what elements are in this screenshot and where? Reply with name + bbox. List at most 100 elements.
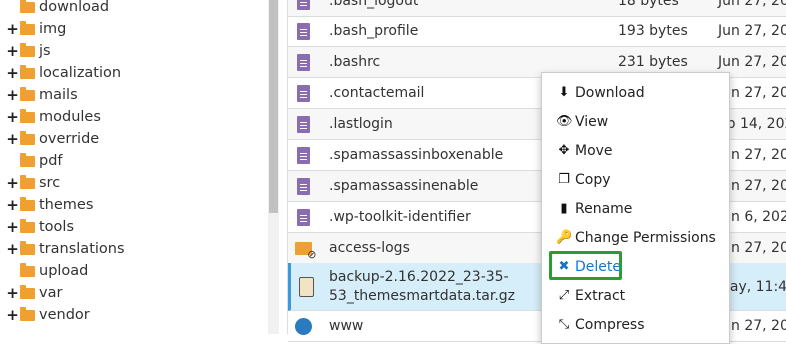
- expand-icon[interactable]: +: [6, 284, 19, 302]
- globe-icon: [294, 317, 312, 335]
- tree-item-label: download: [39, 0, 110, 15]
- document-icon: [296, 146, 310, 164]
- menu-item-compress[interactable]: ⤡ Compress: [542, 310, 729, 339]
- tree-item-themes[interactable]: + themes: [0, 194, 93, 216]
- file-name: .spamassassinenable: [329, 178, 479, 194]
- folder-icon: [20, 42, 35, 57]
- expand-icon[interactable]: +: [6, 218, 19, 236]
- document-icon: [296, 0, 310, 10]
- menu-item-extract[interactable]: ⤢ Extract: [542, 281, 729, 310]
- expand-icon[interactable]: +: [6, 130, 19, 148]
- expand-icon[interactable]: +: [6, 20, 19, 38]
- tree-item-tools[interactable]: + tools: [0, 216, 74, 238]
- tree-item-mails[interactable]: + mails: [0, 84, 78, 106]
- tree-item-translations[interactable]: + translations: [0, 238, 125, 260]
- archive-icon: [298, 276, 314, 297]
- expand-icon[interactable]: +: [6, 306, 19, 324]
- folder-icon: [20, 152, 35, 167]
- file-name: .lastlogin: [329, 116, 393, 132]
- folder-icon: [20, 130, 35, 145]
- menu-item-download[interactable]: ⬇ Download: [542, 78, 729, 107]
- menu-item-rename[interactable]: ▮ Rename: [542, 194, 729, 223]
- expand-icon[interactable]: +: [6, 108, 19, 126]
- tree-item-label: var: [39, 285, 63, 301]
- expand-icon[interactable]: +: [6, 196, 19, 214]
- tree-item-vendor[interactable]: + vendor: [0, 304, 90, 326]
- download-icon: ⬇: [558, 85, 570, 100]
- menu-item-copy[interactable]: ❐ Copy: [542, 165, 729, 194]
- folder-icon: [20, 284, 35, 299]
- tree-item-label: mails: [39, 87, 78, 103]
- folder-icon: [20, 64, 35, 79]
- file-icon: ▮: [560, 201, 568, 216]
- copy-icon: ❐: [558, 172, 570, 187]
- file-name: .spamassassinboxenable: [329, 147, 504, 163]
- tree-item-js[interactable]: + js: [0, 40, 51, 62]
- folder-icon: [20, 196, 35, 211]
- tree-item-img[interactable]: + img: [0, 18, 66, 40]
- expand-icon[interactable]: +: [6, 86, 19, 104]
- tree-item-download[interactable]: download: [0, 0, 109, 18]
- tree-item-label: js: [39, 43, 51, 59]
- folder-icon: [20, 306, 35, 321]
- file-name: .contactemail: [329, 85, 425, 101]
- tree-item-modules[interactable]: + modules: [0, 106, 101, 128]
- tree-item-localization[interactable]: + localization: [0, 62, 121, 84]
- context-menu: ⬇ Download 👁 View ✥ Move ❐ Copy ▮ Rename…: [541, 72, 730, 344]
- folder-icon: [20, 108, 35, 123]
- document-icon: [296, 208, 310, 226]
- tree-item-var[interactable]: + var: [0, 282, 62, 304]
- folder-link-icon: [294, 241, 316, 261]
- delete-highlight-box: [549, 251, 622, 280]
- tree-item-label: src: [39, 175, 61, 191]
- key-icon: 🔑: [556, 230, 573, 245]
- tree-item-override[interactable]: + override: [0, 128, 99, 150]
- tree-item-label: upload: [39, 263, 89, 279]
- move-icon: ✥: [558, 143, 570, 158]
- tree-item-label: vendor: [39, 307, 90, 323]
- folder-tree: download + img + js + localization + mai…: [0, 0, 268, 334]
- file-date: day, 11:4: [721, 278, 786, 295]
- eye-icon: 👁: [556, 114, 573, 129]
- folder-icon: [20, 174, 35, 189]
- tree-item-label: pdf: [39, 153, 63, 169]
- table-row[interactable]: .bash_logout 18 bytes Jun 27, 202: [288, 0, 786, 17]
- folder-icon: [20, 0, 35, 13]
- document-icon: [296, 177, 310, 195]
- tree-scrollbar-thumb[interactable]: [269, 0, 278, 213]
- menu-item-view[interactable]: 👁 View: [542, 107, 729, 136]
- folder-icon: [20, 86, 35, 101]
- tree-item-label: img: [39, 21, 67, 37]
- expand-icon: ⤢: [558, 288, 570, 303]
- tree-item-upload[interactable]: upload: [0, 260, 88, 282]
- file-name: backup-2.16.2022_23-35- 53_themesmartdat…: [329, 268, 516, 304]
- file-name: access-logs: [329, 240, 410, 256]
- expand-icon[interactable]: +: [6, 42, 19, 60]
- expand-icon[interactable]: +: [6, 64, 19, 82]
- file-name: www: [329, 318, 364, 334]
- tree-item-label: tools: [39, 219, 75, 235]
- tree-item-src[interactable]: + src: [0, 172, 60, 194]
- folder-icon: [20, 218, 35, 233]
- menu-item-change-permissions[interactable]: 🔑 Change Permissions: [542, 223, 729, 252]
- file-size: 18 bytes: [618, 0, 679, 9]
- file-date: Jun 27, 202: [718, 0, 786, 9]
- table-row[interactable]: .bash_profile 193 bytes Jun 27, 202: [288, 16, 786, 47]
- compress-icon: ⤡: [558, 317, 570, 332]
- document-icon: [296, 53, 310, 71]
- file-date: Jun 27, 202: [718, 23, 786, 39]
- tree-item-label: localization: [39, 65, 122, 81]
- tree-item-pdf[interactable]: pdf: [0, 150, 63, 172]
- tree-item-label: themes: [39, 197, 94, 213]
- expand-icon[interactable]: +: [6, 240, 19, 258]
- tree-item-label: translations: [39, 241, 125, 257]
- file-name: .bashrc: [329, 54, 381, 70]
- folder-icon: [20, 240, 35, 255]
- file-name: .wp-toolkit-identifier: [329, 209, 471, 225]
- expand-icon[interactable]: +: [6, 174, 19, 192]
- document-icon: [296, 22, 310, 40]
- folder-icon: [20, 262, 35, 277]
- file-name: .bash_logout: [329, 0, 419, 9]
- document-icon: [296, 115, 310, 133]
- menu-item-move[interactable]: ✥ Move: [542, 136, 729, 165]
